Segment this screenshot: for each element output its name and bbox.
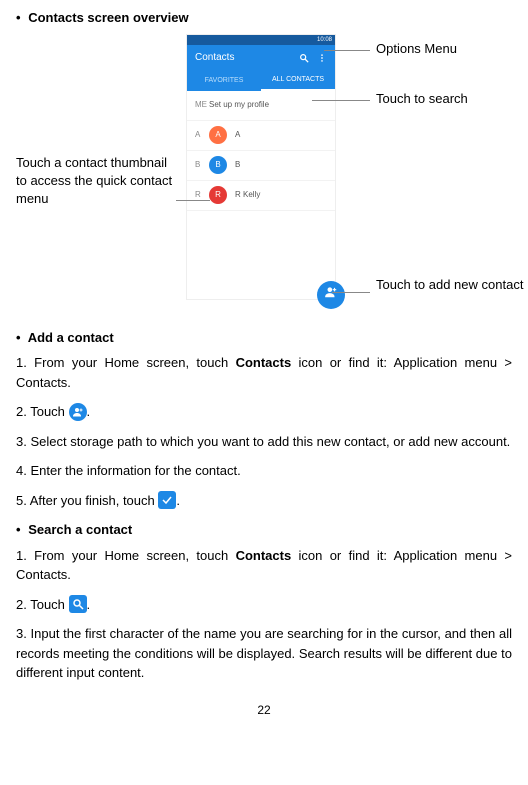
row-label-b: B [235, 159, 240, 171]
row-label-a: A [235, 129, 240, 141]
callout-search: Touch to search [376, 90, 468, 108]
tab-favorites[interactable]: FAVORITES [187, 71, 261, 91]
text: 2. Touch [16, 404, 69, 419]
kebab-menu-icon[interactable] [317, 53, 327, 63]
overview-heading: • Contacts screen overview [16, 8, 512, 28]
phone-statusbar: 10:08 [187, 35, 335, 45]
person-add-icon [69, 403, 87, 421]
search-icon [69, 595, 87, 613]
overview-diagram: 10:08 Contacts FAVORITES ALL CONTACTS ME… [16, 34, 512, 324]
contact-row-r[interactable]: R R R Kelly [187, 181, 335, 211]
person-add-icon [324, 285, 338, 304]
text: 2. Touch [16, 597, 69, 612]
avatar-b[interactable]: B [209, 156, 227, 174]
contacts-word: Contacts [236, 548, 292, 563]
avatar-a[interactable]: A [209, 126, 227, 144]
contacts-word: Contacts [236, 355, 292, 370]
callout-options: Options Menu [376, 40, 457, 58]
text: 1. From your Home screen, touch [16, 548, 236, 563]
add-step5: 5. After you finish, touch . [16, 491, 512, 511]
phone-mock: 10:08 Contacts FAVORITES ALL CONTACTS ME… [186, 34, 336, 300]
text: . [87, 597, 91, 612]
callout-add: Touch to add new contact [376, 276, 528, 294]
bullet: • [16, 330, 21, 345]
leader-line [176, 200, 210, 201]
row-label-me: Set up my profile [209, 99, 269, 111]
row-letter-b: B [195, 159, 209, 171]
add-heading: • Add a contact [16, 328, 512, 348]
text: . [176, 493, 180, 508]
leader-line [312, 100, 370, 101]
phone-tabs: FAVORITES ALL CONTACTS [187, 71, 335, 91]
row-letter-me: ME [195, 99, 209, 111]
row-label-r: R Kelly [235, 189, 260, 201]
search-step3: 3. Input the first character of the name… [16, 624, 512, 683]
add-heading-text: Add a contact [28, 330, 114, 345]
overview-heading-text: Contacts screen overview [28, 10, 188, 25]
text: 5. After you finish, touch [16, 493, 158, 508]
bullet: • [16, 522, 21, 537]
page-number: 22 [16, 701, 512, 719]
avatar-r[interactable]: R [209, 186, 227, 204]
phone-appbar: Contacts [187, 45, 335, 71]
row-letter-a: A [195, 129, 209, 141]
search-heading-text: Search a contact [28, 522, 132, 537]
add-step4: 4. Enter the information for the contact… [16, 461, 512, 481]
callout-thumbnail: Touch a contact thumbnail to access the … [16, 154, 176, 209]
check-icon [158, 491, 176, 509]
leader-line [332, 292, 370, 293]
add-step2: 2. Touch . [16, 402, 512, 422]
contact-row-a[interactable]: A A A [187, 121, 335, 151]
add-contact-fab[interactable] [317, 281, 345, 309]
add-step3: 3. Select storage path to which you want… [16, 432, 512, 452]
leader-line [324, 50, 370, 51]
search-icon[interactable] [299, 53, 309, 63]
add-step1: 1. From your Home screen, touch Contacts… [16, 353, 512, 392]
phone-title: Contacts [195, 50, 234, 65]
search-step2: 2. Touch . [16, 595, 512, 615]
text: . [87, 404, 91, 419]
search-heading: • Search a contact [16, 520, 512, 540]
tab-allcontacts[interactable]: ALL CONTACTS [261, 71, 335, 91]
text: 1. From your Home screen, touch [16, 355, 236, 370]
profile-row[interactable]: ME Set up my profile [187, 91, 335, 121]
contact-row-b[interactable]: B B B [187, 151, 335, 181]
bullet: • [16, 10, 21, 25]
search-step1: 1. From your Home screen, touch Contacts… [16, 546, 512, 585]
